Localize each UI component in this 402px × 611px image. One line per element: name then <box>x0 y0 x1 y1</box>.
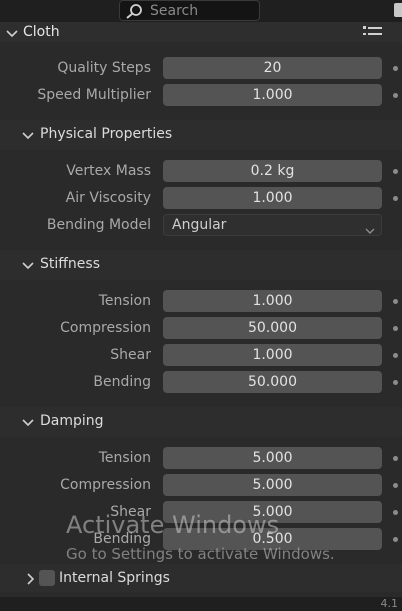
stiffness-bending-keyframe-dot[interactable] <box>393 380 398 385</box>
panel-resize-handle[interactable] <box>394 3 402 17</box>
section-title: Internal Springs <box>59 570 170 586</box>
stiffness-tension-field[interactable]: 1.000 <box>163 290 382 312</box>
chevron-right-icon <box>26 573 35 589</box>
search-input[interactable] <box>150 1 255 20</box>
section-internal-springs[interactable]: Internal Springs <box>0 564 402 592</box>
damping-compression-label: Compression <box>60 477 151 493</box>
damping-tension-field[interactable]: 5.000 <box>163 447 382 469</box>
stiffness-compression-label: Compression <box>60 320 151 336</box>
damping-tension-keyframe-dot[interactable] <box>393 456 398 461</box>
damping-tension-label: Tension <box>98 450 151 466</box>
quality-steps-field[interactable]: 20 <box>163 57 382 79</box>
section-title: Physical Properties <box>40 126 173 142</box>
quality-steps-keyframe-dot[interactable] <box>393 66 398 71</box>
damping-shear-keyframe-dot[interactable] <box>393 510 398 515</box>
bending-model-dropdown[interactable]: Angular <box>163 214 382 236</box>
air-viscosity-label: Air Viscosity <box>65 190 151 206</box>
speed-multiplier-label: Speed Multiplier <box>37 87 151 103</box>
search-icon <box>124 3 144 23</box>
stiffness-shear-label: Shear <box>110 347 151 363</box>
version-label: 4.1 <box>380 597 399 610</box>
chevron-down-icon <box>22 129 34 145</box>
bending-model-label: Bending Model <box>46 217 151 233</box>
stiffness-tension-label: Tension <box>98 293 151 309</box>
activate-windows-watermark-subtitle: Go to Settings to activate Windows. <box>66 545 335 563</box>
damping-compression-field[interactable]: 5.000 <box>163 474 382 496</box>
chevron-down-icon <box>365 221 375 241</box>
activate-windows-watermark-title: Activate Windows <box>66 511 280 539</box>
vertex-mass-label: Vertex Mass <box>66 163 151 179</box>
section-stiffness[interactable]: Stiffness <box>0 250 402 280</box>
vertex-mass-field[interactable]: 0.2 kg <box>163 160 382 182</box>
stiffness-bending-field[interactable]: 50.000 <box>163 371 382 393</box>
stiffness-compression-field[interactable]: 50.000 <box>163 317 382 339</box>
panel-title: Cloth <box>23 24 60 40</box>
damping-compression-keyframe-dot[interactable] <box>393 483 398 488</box>
stiffness-shear-field[interactable]: 1.000 <box>163 344 382 366</box>
speed-multiplier-keyframe-dot[interactable] <box>393 93 398 98</box>
search-box[interactable] <box>119 0 260 21</box>
section-damping[interactable]: Damping <box>0 407 402 437</box>
status-bar: 4.1 <box>0 597 402 611</box>
section-title: Damping <box>40 413 104 429</box>
stiffness-bending-label: Bending <box>93 374 151 390</box>
chevron-down-icon <box>22 416 34 432</box>
air-viscosity-field[interactable]: 1.000 <box>163 187 382 209</box>
section-title: Stiffness <box>40 256 100 272</box>
quality-steps-label: Quality Steps <box>57 60 151 76</box>
stiffness-tension-keyframe-dot[interactable] <box>393 299 398 304</box>
vertex-mass-keyframe-dot[interactable] <box>393 169 398 174</box>
chevron-down-icon <box>22 259 34 275</box>
air-viscosity-keyframe-dot[interactable] <box>393 196 398 201</box>
properties-header-bar <box>0 0 402 22</box>
damping-bending-keyframe-dot[interactable] <box>393 537 398 542</box>
stiffness-shear-keyframe-dot[interactable] <box>393 353 398 358</box>
speed-multiplier-field[interactable]: 1.000 <box>163 84 382 106</box>
chevron-down-icon <box>6 27 18 43</box>
stiffness-compression-keyframe-dot[interactable] <box>393 326 398 331</box>
bending-model-value: Angular <box>172 217 227 233</box>
internal-springs-checkbox[interactable] <box>39 570 55 586</box>
section-physical-properties[interactable]: Physical Properties <box>0 120 402 150</box>
cloth-panel-header[interactable]: Cloth <box>0 22 402 42</box>
